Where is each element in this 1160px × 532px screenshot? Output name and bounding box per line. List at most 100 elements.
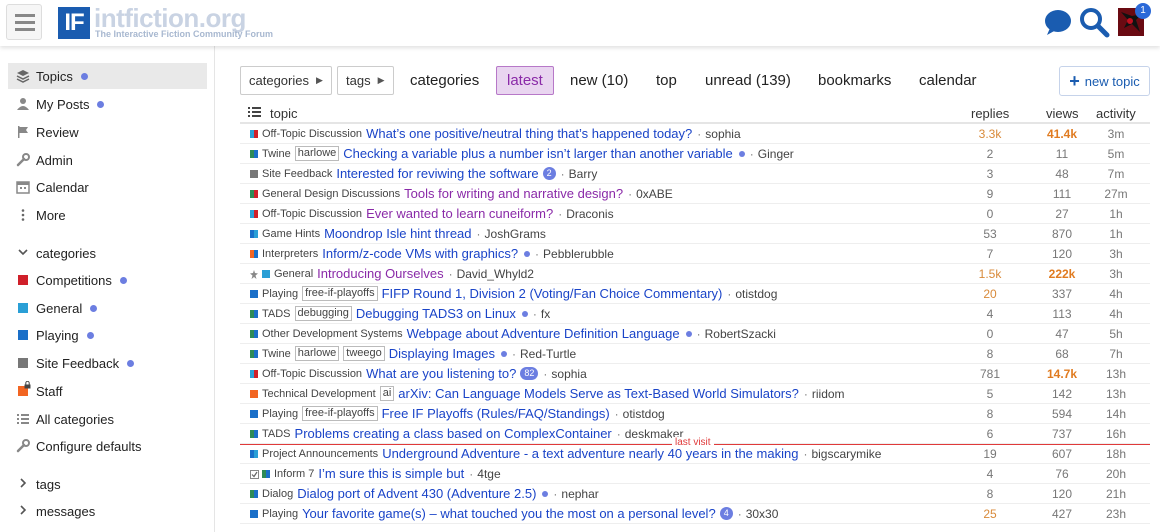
topic-poster[interactable]: RobertSzacki	[705, 327, 776, 341]
topic-category[interactable]: Off-Topic Discussion	[262, 128, 362, 140]
topic-poster[interactable]: JoshGrams	[485, 227, 546, 241]
sidebar-item-topics[interactable]: Topics	[8, 63, 207, 89]
sidebar-configure-defaults[interactable]: Configure defaults	[8, 433, 207, 459]
unread-count-badge[interactable]: 2	[542, 167, 556, 180]
search-button[interactable]	[1078, 6, 1110, 38]
topic-title[interactable]: Introducing Ourselves	[317, 266, 443, 281]
topic-title[interactable]: Free IF Playoffs (Rules/FAQ/Standings)	[382, 406, 610, 421]
topic-category[interactable]: Off-Topic Discussion	[262, 208, 362, 220]
nav-categories[interactable]: categories	[400, 66, 489, 95]
notification-badge[interactable]: 1	[1135, 3, 1151, 19]
topic-tag[interactable]: harlowe	[294, 146, 340, 161]
activity-time[interactable]: 3h	[1094, 267, 1138, 281]
topic-category[interactable]: Twine	[262, 348, 291, 360]
topic-poster[interactable]: otistdog	[735, 287, 777, 301]
topic-category[interactable]: General Design Discussions	[262, 188, 400, 200]
topic-row[interactable]: Dialog Dialog port of Advent 430 (Adventu…	[240, 484, 1150, 504]
topic-title[interactable]: Moondrop Isle hint thread	[324, 226, 471, 241]
activity-time[interactable]: 3m	[1094, 127, 1138, 141]
topic-tag[interactable]: free-if-playoffs	[302, 406, 378, 421]
unread-count-badge[interactable]: 82	[520, 367, 539, 380]
topic-title[interactable]: Tools for writing and narrative design?	[404, 186, 623, 201]
topic-title[interactable]: Problems creating a class based on Compl…	[295, 426, 612, 441]
topic-row[interactable]: Playing free-if-playoffs FIFP Round 1, Div…	[240, 284, 1150, 304]
activity-time[interactable]: 27m	[1094, 187, 1138, 201]
topic-row[interactable]: Off-Topic Discussion Ever wanted to learn…	[240, 204, 1150, 224]
topic-title[interactable]: Dialog port of Advent 430 (Adventure 2.5…	[297, 486, 536, 501]
nav-new[interactable]: new (10)	[560, 66, 638, 95]
topic-poster[interactable]: riidom	[812, 387, 845, 401]
activity-time[interactable]: 13h	[1094, 387, 1138, 401]
sidebar-category-playing[interactable]: Playing	[8, 322, 207, 348]
topic-title[interactable]: Displaying Images	[389, 346, 495, 361]
topic-poster[interactable]: 4tge	[477, 467, 500, 481]
topic-row[interactable]: TADS debugging Debugging TADS3 on Linux · fx…	[240, 304, 1150, 324]
topic-title[interactable]: Underground Adventure - a text adventure…	[382, 446, 798, 461]
topic-title[interactable]: Debugging TADS3 on Linux	[356, 306, 516, 321]
activity-time[interactable]: 18h	[1094, 447, 1138, 461]
hamburger-menu-button[interactable]	[6, 4, 42, 40]
topic-row[interactable]: Project Announcements Underground Adventu…	[240, 444, 1150, 464]
nav-top[interactable]: top	[646, 66, 687, 95]
topic-row[interactable]: General Introducing Ourselves · David_Whyld…	[240, 264, 1150, 284]
column-topic[interactable]: topic	[270, 106, 297, 121]
topic-poster[interactable]: 0xABE	[636, 187, 673, 201]
activity-time[interactable]: 1h	[1094, 227, 1138, 241]
chat-button[interactable]	[1042, 6, 1074, 38]
sidebar-item-admin[interactable]: Admin	[8, 147, 207, 173]
activity-time[interactable]: 4h	[1094, 287, 1138, 301]
topic-poster[interactable]: sophia	[551, 367, 586, 381]
activity-time[interactable]: 20h	[1094, 467, 1138, 481]
sidebar-category-staff[interactable]: Staff	[8, 378, 207, 404]
topic-category[interactable]: Playing	[262, 508, 298, 520]
topic-title[interactable]: Checking a variable plus a number isn’t …	[343, 146, 733, 161]
topic-category[interactable]: General	[274, 268, 313, 280]
topic-category[interactable]: Site Feedback	[262, 168, 332, 180]
sidebar-item-calendar[interactable]: Calendar	[8, 174, 207, 200]
topic-poster[interactable]: Pebblerubble	[543, 247, 614, 261]
topic-category[interactable]: Twine	[262, 148, 291, 160]
topic-category[interactable]: Game Hints	[262, 228, 320, 240]
topic-row[interactable]: Off-Topic Discussion What are you listeni…	[240, 364, 1150, 384]
topic-tag[interactable]: tweego	[343, 346, 385, 361]
tags-dropdown[interactable]: tags ▶	[337, 66, 394, 95]
topic-poster[interactable]: David_Whyld2	[457, 267, 534, 281]
activity-time[interactable]: 13h	[1094, 367, 1138, 381]
unread-count-badge[interactable]: 4	[719, 507, 733, 520]
nav-bookmarks[interactable]: bookmarks	[808, 66, 901, 95]
topic-tag[interactable]: harlowe	[294, 346, 340, 361]
activity-time[interactable]: 5m	[1094, 147, 1138, 161]
activity-time[interactable]: 16h	[1094, 427, 1138, 441]
topic-title[interactable]: What are you listening to?	[366, 366, 516, 381]
topic-title[interactable]: arXiv: Can Language Models Serve as Text…	[398, 386, 799, 401]
column-views[interactable]: views	[1046, 106, 1079, 121]
topic-tag[interactable]: debugging	[294, 306, 352, 321]
topic-tag[interactable]: ai	[379, 386, 395, 401]
topic-category[interactable]: Project Announcements	[262, 448, 378, 460]
topic-row[interactable]: General Design Discussions Tools for writ…	[240, 184, 1150, 204]
sidebar-item-more[interactable]: More	[8, 202, 207, 228]
activity-time[interactable]: 5h	[1094, 327, 1138, 341]
topic-poster[interactable]: nephar	[561, 487, 598, 501]
topic-category[interactable]: TADS	[262, 428, 291, 440]
activity-time[interactable]: 14h	[1094, 407, 1138, 421]
topic-row[interactable]: Interpreters Inform/z-code VMs with graph…	[240, 244, 1150, 264]
topic-row[interactable]: Twine harlowe Checking a variable plus a n…	[240, 144, 1150, 164]
topic-category[interactable]: TADS	[262, 308, 291, 320]
sidebar-category-competitions[interactable]: Competitions	[8, 267, 207, 293]
topic-title[interactable]: Webpage about Adventure Definition Langu…	[407, 326, 680, 341]
activity-time[interactable]: 23h	[1094, 507, 1138, 521]
activity-time[interactable]: 7h	[1094, 347, 1138, 361]
topic-row[interactable]: Other Development Systems Webpage about A…	[240, 324, 1150, 344]
sidebar-section-categories[interactable]: categories	[8, 240, 207, 266]
topic-poster[interactable]: Red-Turtle	[520, 347, 576, 361]
nav-unread[interactable]: unread (139)	[695, 66, 801, 95]
topic-row[interactable]: Site Feedback Interested for reviwing the…	[240, 164, 1150, 184]
topic-category[interactable]: Off-Topic Discussion	[262, 368, 362, 380]
topic-category[interactable]: Playing	[262, 288, 298, 300]
topic-row[interactable]: Game Hints Moondrop Isle hint thread · Josh…	[240, 224, 1150, 244]
activity-time[interactable]: 7m	[1094, 167, 1138, 181]
topic-poster[interactable]: sophia	[705, 127, 740, 141]
topic-title[interactable]: Ever wanted to learn cuneiform?	[366, 206, 553, 221]
topic-poster[interactable]: 30x30	[746, 507, 779, 521]
